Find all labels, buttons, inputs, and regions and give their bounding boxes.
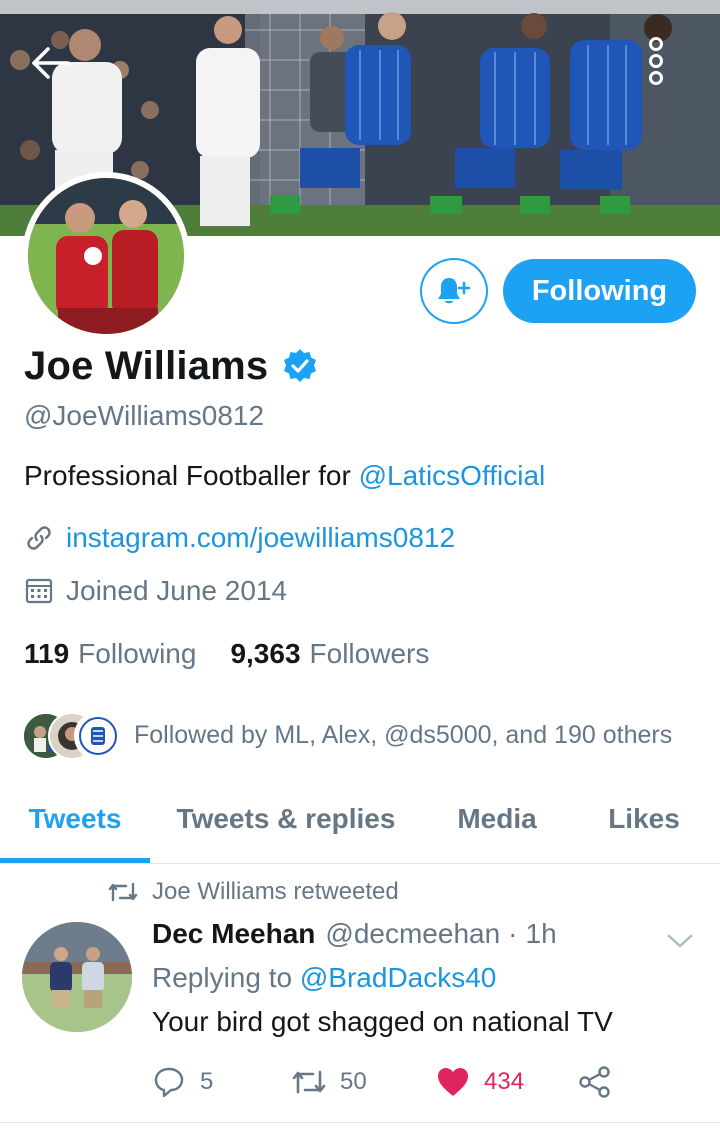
tweet-header: Dec Meehan @decmeehan · 1h xyxy=(152,918,557,950)
chevron-down-icon xyxy=(667,934,693,948)
tweet-timestamp[interactable]: 1h xyxy=(526,918,557,950)
profile-bio: Professional Footballer for @LaticsOffic… xyxy=(24,460,545,492)
profile-stats: 119 Following 9,363 Followers xyxy=(24,638,429,670)
retweet-action-icon xyxy=(292,1065,326,1099)
profile-joined-date: Joined June 2014 xyxy=(66,575,288,606)
bio-text: Professional Footballer for xyxy=(24,460,359,491)
following-count: 119 xyxy=(24,638,70,669)
retweeted-by-text: Joe Williams retweeted xyxy=(152,878,399,905)
link-icon xyxy=(24,523,54,553)
following-button[interactable]: Following xyxy=(503,259,696,323)
heart-filled-icon xyxy=(436,1065,470,1099)
more-options-button[interactable] xyxy=(646,36,692,102)
tab-tweets-and-replies[interactable]: Tweets & replies xyxy=(160,776,412,862)
profile-name-row: Joe Williams xyxy=(24,340,318,392)
replying-to-prefix: Replying to xyxy=(152,962,300,993)
back-button[interactable] xyxy=(30,46,86,94)
bio-mention-link[interactable]: @LaticsOfficial xyxy=(359,460,546,491)
like-button[interactable]: 434 xyxy=(436,1060,524,1104)
replying-to-mention[interactable]: @BradDacks40 xyxy=(300,962,497,993)
followers-count: 9,363 xyxy=(230,638,301,669)
retweet-context: Joe Williams retweeted xyxy=(108,878,399,906)
followed-by-row[interactable]: Followed by ML, Alex, @ds5000, and 190 o… xyxy=(22,708,672,762)
tweet-actions: 5 50 434 xyxy=(152,1060,632,1104)
replying-to-line: Replying to @BradDacks40 xyxy=(152,962,496,994)
profile-display-name: Joe Williams xyxy=(24,343,269,388)
verified-badge-icon xyxy=(282,348,318,384)
active-tab-indicator xyxy=(0,858,150,863)
tab-likes[interactable]: Likes xyxy=(582,776,706,862)
tweet-author-avatar[interactable] xyxy=(22,922,132,1032)
notifications-toggle-button[interactable] xyxy=(420,258,488,324)
retweet-count: 50 xyxy=(340,1068,367,1095)
tab-media[interactable]: Media xyxy=(432,776,562,862)
tweet-divider xyxy=(0,1122,720,1123)
reply-button[interactable]: 5 xyxy=(152,1060,213,1104)
followers-label: Followers xyxy=(309,638,430,669)
arrow-left-icon xyxy=(32,47,70,79)
share-button[interactable] xyxy=(578,1060,626,1104)
like-count: 434 xyxy=(484,1068,525,1095)
tweet-author-handle[interactable]: @decmeehan xyxy=(325,918,500,950)
avatar-photo xyxy=(28,178,184,334)
retweet-icon xyxy=(108,880,138,904)
tweet-author-photo xyxy=(22,922,132,1032)
profile-website-link[interactable]: instagram.com/joewilliams0812 xyxy=(66,522,455,554)
more-vertical-icon xyxy=(649,37,663,85)
tweet-author-name[interactable]: Dec Meehan xyxy=(152,918,315,950)
mutual-follower-avatar xyxy=(74,712,122,760)
followed-by-avatars xyxy=(22,710,124,760)
share-icon xyxy=(578,1065,612,1099)
profile-avatar[interactable] xyxy=(22,172,190,340)
calendar-icon xyxy=(24,576,54,606)
profile-tabs: Tweets Tweets & replies Media Likes xyxy=(0,776,720,864)
tweet-menu-button[interactable] xyxy=(664,928,696,954)
followers-stat[interactable]: 9,363 Followers xyxy=(230,638,429,670)
retweet-button[interactable]: 50 xyxy=(292,1060,367,1104)
following-label: Following xyxy=(78,638,197,669)
reply-count: 5 xyxy=(200,1068,214,1095)
tweet-separator: · xyxy=(508,918,518,949)
bell-plus-icon xyxy=(438,278,471,304)
profile-handle: @JoeWilliams0812 xyxy=(24,400,265,431)
tweet-text: Your bird got shagged on national TV xyxy=(152,1006,613,1037)
followed-by-text: Followed by ML, Alex, @ds5000, and 190 o… xyxy=(134,720,673,749)
profile-website-row: instagram.com/joewilliams0812 xyxy=(24,522,455,554)
profile-joined-row: Joined June 2014 xyxy=(24,575,287,607)
following-stat[interactable]: 119 Following xyxy=(24,638,196,670)
reply-icon xyxy=(152,1065,186,1099)
tab-tweets[interactable]: Tweets xyxy=(0,776,150,862)
